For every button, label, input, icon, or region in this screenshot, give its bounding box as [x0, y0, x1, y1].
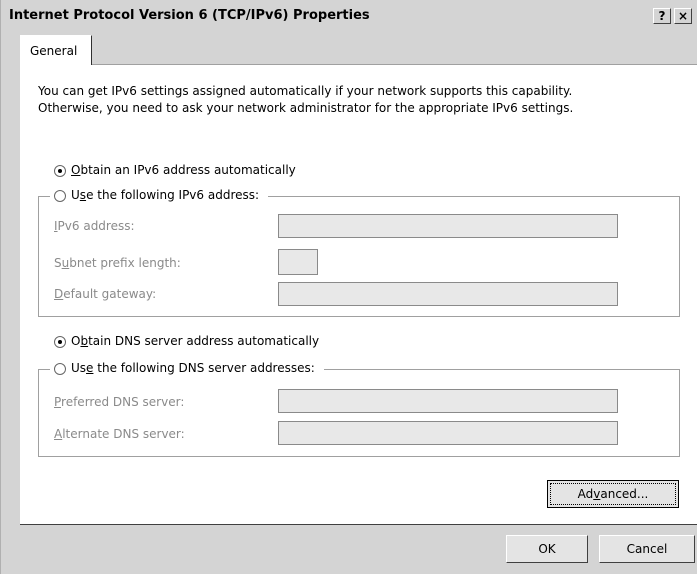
- close-icon: ×: [677, 9, 689, 23]
- preferred-dns-label: Preferred DNS server:: [54, 395, 185, 409]
- subnet-prefix-length-field[interactable]: [278, 249, 318, 275]
- tab-general[interactable]: General: [20, 35, 92, 65]
- help-button[interactable]: ?: [653, 8, 671, 24]
- alternate-dns-label: Alternate DNS server:: [54, 427, 185, 441]
- subnet-prefix-length-label: Subnet prefix length:: [54, 256, 181, 270]
- ok-button[interactable]: OK: [506, 535, 588, 563]
- obtain-dns-auto-radio[interactable]: [54, 336, 66, 348]
- description-line-1: You can get IPv6 settings assigned autom…: [38, 84, 573, 98]
- cancel-button[interactable]: Cancel: [599, 535, 695, 563]
- use-ipv6-address-label[interactable]: Use the following IPv6 address:: [71, 188, 259, 202]
- tab-general-label: General: [30, 44, 78, 58]
- description-line-2: Otherwise, you need to ask your network …: [38, 101, 574, 115]
- window-title: Internet Protocol Version 6 (TCP/IPv6) P…: [9, 8, 370, 23]
- help-icon: ?: [658, 9, 666, 23]
- alternate-dns-field[interactable]: [278, 421, 618, 445]
- obtain-ipv6-auto-label[interactable]: Obtain an IPv6 address automatically: [71, 163, 296, 177]
- obtain-dns-auto-label[interactable]: Obtain DNS server address automatically: [71, 334, 319, 348]
- default-gateway-label: Default gateway:: [54, 287, 157, 301]
- advanced-button[interactable]: Advanced...: [547, 480, 679, 508]
- default-gateway-field[interactable]: [278, 282, 618, 306]
- close-button[interactable]: ×: [674, 8, 692, 24]
- ipv6-address-field[interactable]: [278, 214, 618, 238]
- ipv6-address-label: IPv6 address:: [54, 219, 135, 233]
- use-dns-servers-radio[interactable]: [54, 363, 66, 375]
- obtain-ipv6-auto-radio[interactable]: [54, 165, 66, 177]
- use-dns-servers-label[interactable]: Use the following DNS server addresses:: [71, 361, 315, 375]
- title-bar[interactable]: Internet Protocol Version 6 (TCP/IPv6) P…: [1, 0, 697, 30]
- properties-dialog: Internet Protocol Version 6 (TCP/IPv6) P…: [0, 0, 697, 574]
- use-ipv6-address-radio[interactable]: [54, 190, 66, 202]
- description-text: You can get IPv6 settings assigned autom…: [38, 83, 573, 117]
- preferred-dns-field[interactable]: [278, 389, 618, 413]
